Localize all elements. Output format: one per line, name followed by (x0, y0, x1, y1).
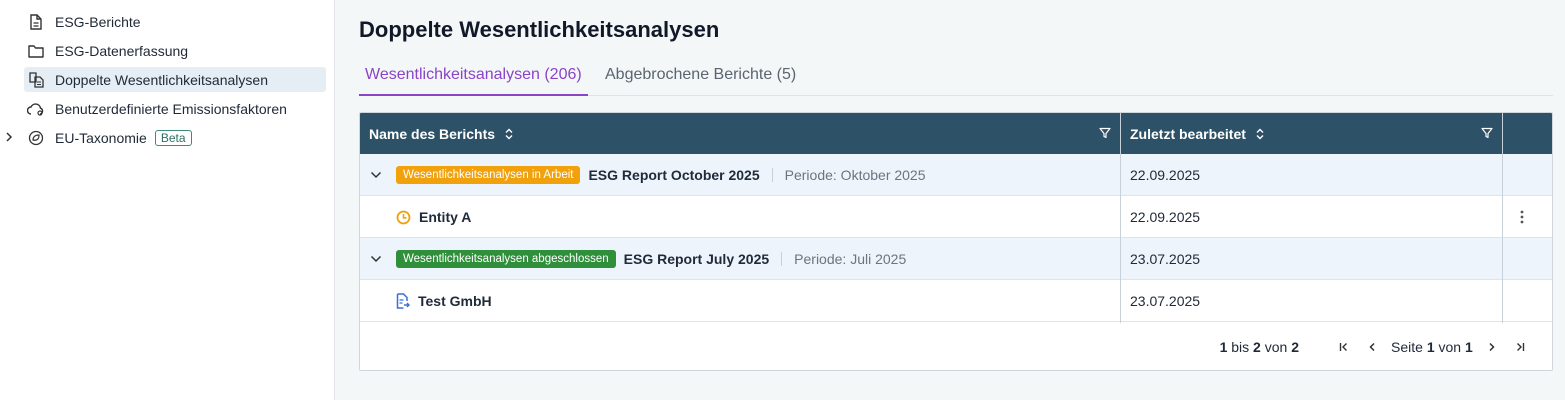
sidebar-item-label: ESG-Datenerfassung (55, 42, 189, 59)
last-page-icon[interactable] (1510, 337, 1530, 357)
pagination: 1 bis 2 von 2 Seite 1 von 1 (360, 323, 1552, 370)
sidebar-item-label: Doppelte Wesentlichkeitsanalysen (55, 71, 268, 88)
sidebar-item-doppelte-wesentlichkeitsanalysen[interactable]: Doppelte Wesentlichkeitsanalysen (24, 67, 326, 92)
sort-icon[interactable] (1255, 128, 1265, 140)
page-title: Doppelte Wesentlichkeitsanalysen (359, 17, 720, 42)
sidebar-item-esg-berichte[interactable]: ESG-Berichte (24, 9, 326, 34)
entity-cell: Test GmbH (396, 280, 492, 322)
more-options-icon[interactable] (1520, 196, 1524, 238)
beta-badge: Beta (154, 129, 192, 146)
edited-date: 23.07.2025 (1130, 251, 1201, 267)
chevron-down-icon[interactable] (370, 238, 382, 280)
folder-icon (26, 41, 46, 61)
entity-cell: Entity A (396, 196, 471, 238)
sidebar-item-label: Benutzerdefinierte Emissionsfaktoren (55, 100, 287, 117)
entity-name[interactable]: Test GmbH (418, 293, 492, 309)
status-badge: Wesentlichkeitsanalysen abgeschlossen (396, 250, 616, 268)
pagination-count: 1 bis 2 von 2 (1219, 339, 1299, 355)
entity-name[interactable]: Entity A (419, 209, 471, 225)
divider (771, 168, 773, 182)
table-row-group[interactable]: Wesentlichkeitsanalysen abgeschlossen ES… (360, 238, 1552, 280)
tab-wesentlichkeitsanalysen[interactable]: Wesentlichkeitsanalysen (206) (359, 60, 588, 96)
copy-documents-icon (26, 70, 46, 90)
report-name[interactable]: ESG Report October 2025 (588, 167, 759, 183)
column-header-edited[interactable]: Zuletzt bearbeitet (1121, 113, 1503, 154)
edited-date: 22.09.2025 (1130, 209, 1201, 225)
column-divider (1502, 113, 1503, 323)
document-icon (26, 12, 46, 32)
report-cell: Wesentlichkeitsanalysen in Arbeit ESG Re… (396, 154, 926, 196)
edited-date: 23.07.2025 (1130, 293, 1201, 309)
sidebar-item-emissionsfaktoren[interactable]: Benutzerdefinierte Emissionsfaktoren (24, 96, 326, 121)
previous-page-icon[interactable] (1362, 337, 1382, 357)
page-indicator: Seite 1 von 1 (1391, 339, 1473, 355)
cloud-settings-icon (26, 99, 46, 119)
tab-abgebrochene-berichte[interactable]: Abgebrochene Berichte (5) (599, 60, 802, 95)
next-page-icon[interactable] (1482, 337, 1502, 357)
first-page-icon[interactable] (1334, 337, 1354, 357)
sidebar-item-eu-taxonomie[interactable]: EU-Taxonomie Beta (24, 125, 326, 150)
table-row[interactable]: Entity A 22.09.2025 (360, 196, 1552, 238)
table-row[interactable]: Test GmbH 23.07.2025 (360, 280, 1552, 322)
status-badge: Wesentlichkeitsanalysen in Arbeit (396, 166, 581, 184)
column-header-name[interactable]: Name des Berichts (360, 113, 1121, 154)
sidebar-item-label: ESG-Berichte (55, 13, 141, 30)
filter-icon[interactable] (1099, 126, 1111, 142)
main-content: Doppelte Wesentlichkeitsanalysen Wesentl… (335, 0, 1565, 400)
tab-bar: Wesentlichkeitsanalysen (206) Abgebroche… (359, 60, 1553, 96)
table-row-group[interactable]: Wesentlichkeitsanalysen in Arbeit ESG Re… (360, 154, 1552, 196)
column-header-label: Zuletzt bearbeitet (1130, 125, 1246, 142)
chevron-down-icon[interactable] (370, 154, 382, 196)
report-cell: Wesentlichkeitsanalysen abgeschlossen ES… (396, 238, 906, 280)
report-name[interactable]: ESG Report July 2025 (624, 251, 770, 267)
table-header: Name des Berichts Zuletzt bearbeitet (360, 113, 1552, 154)
clock-icon (396, 210, 411, 225)
column-divider (1120, 113, 1121, 323)
reports-table: Name des Berichts Zuletzt bearbeitet Wes… (359, 112, 1553, 371)
sidebar-item-label: EU-Taxonomie (55, 129, 147, 146)
column-header-label: Name des Berichts (369, 125, 496, 142)
edited-date: 22.09.2025 (1130, 167, 1201, 183)
sidebar: ESG-Berichte ESG-Datenerfassung Doppelte… (0, 0, 335, 400)
sort-icon[interactable] (504, 128, 514, 140)
chevron-right-icon[interactable] (3, 129, 15, 145)
report-period: Periode: Juli 2025 (794, 251, 907, 267)
leaf-circle-icon (26, 128, 46, 148)
filter-icon[interactable] (1481, 126, 1493, 142)
document-export-icon (396, 293, 410, 309)
report-period: Periode: Oktober 2025 (784, 167, 926, 183)
sidebar-item-esg-datenerfassung[interactable]: ESG-Datenerfassung (24, 38, 326, 63)
divider (781, 252, 783, 266)
